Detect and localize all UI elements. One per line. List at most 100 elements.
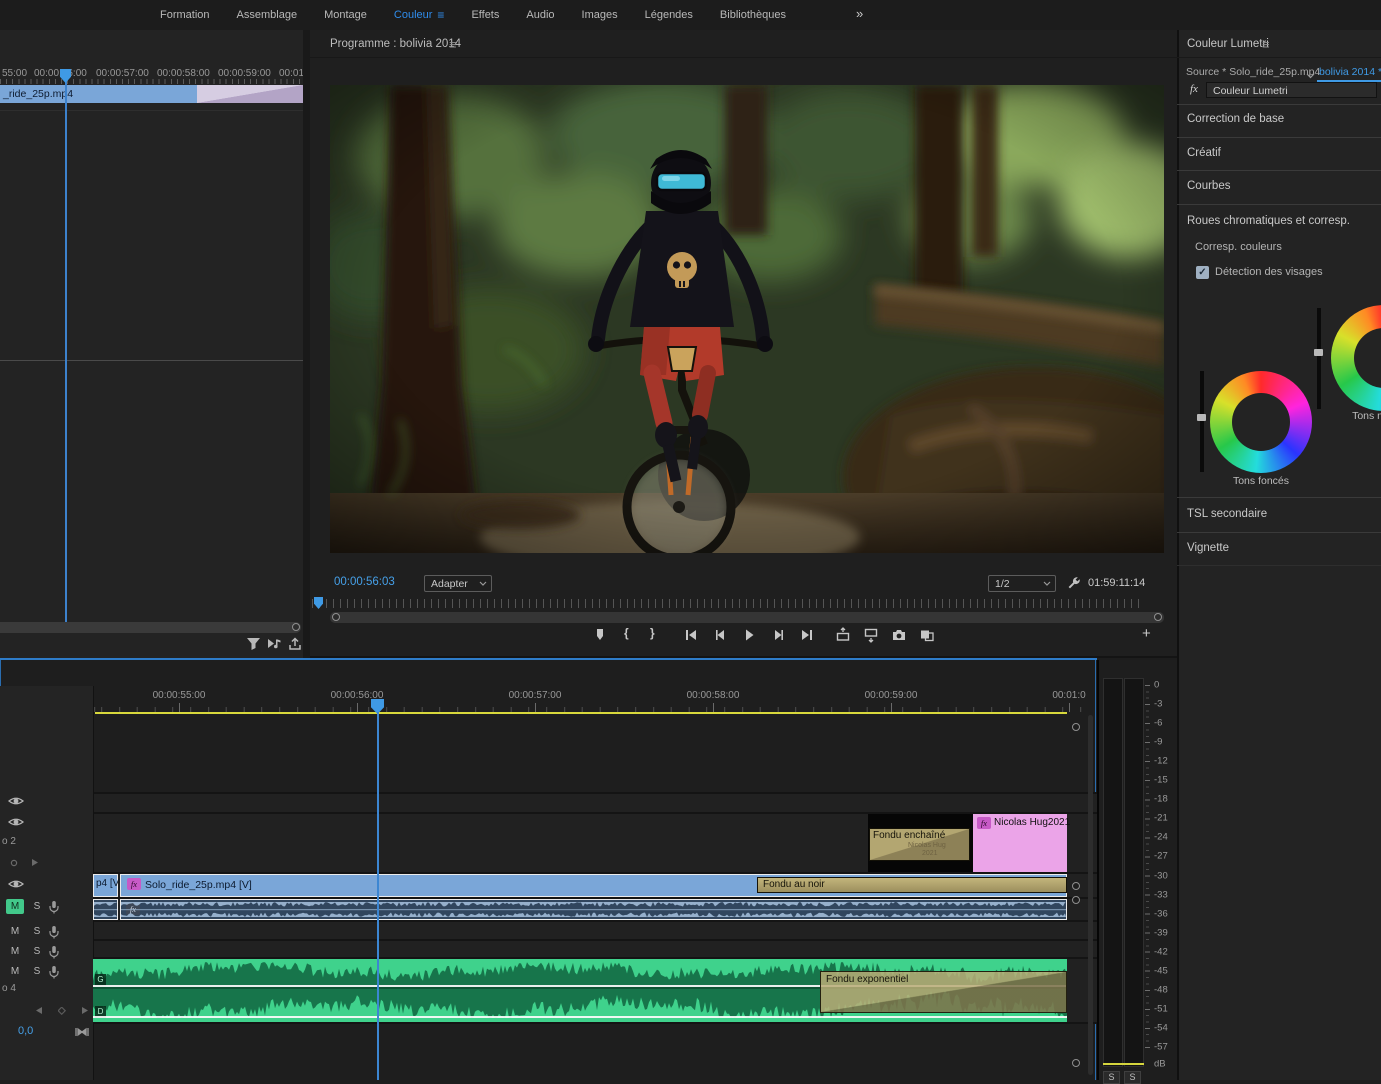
- add-keyframe-button[interactable]: [10, 858, 18, 870]
- crossfade-transition[interactable]: Fondu enchaîné Nicolas Hug 2021: [869, 828, 970, 861]
- dip-to-black-transition[interactable]: Fondu au noir: [757, 877, 1067, 893]
- scroll-handle[interactable]: [1072, 896, 1080, 904]
- transport-step-forward-button[interactable]: [771, 627, 787, 646]
- panel-menu-icon[interactable]: ≡: [437, 8, 444, 22]
- tab-légendes[interactable]: Légendes: [645, 9, 693, 21]
- tab-effets[interactable]: Effets: [471, 9, 499, 21]
- transport-step-back-button[interactable]: [712, 627, 728, 646]
- transport-export-frame-button[interactable]: [891, 627, 907, 646]
- source-playhead-line[interactable]: [65, 72, 67, 622]
- fit-sequence-icon[interactable]: [74, 1025, 90, 1042]
- tab-couleur[interactable]: Couleur ≡: [394, 8, 445, 22]
- lumetri-panel-title[interactable]: Couleur Lumetri: [1187, 38, 1269, 50]
- lumetri-section-basic[interactable]: Correction de base: [1187, 113, 1284, 125]
- solo-button[interactable]: S: [28, 964, 46, 979]
- lumetri-section-wheels[interactable]: Roues chromatiques et corresp.: [1187, 215, 1350, 227]
- program-zoom-handle-left[interactable]: [332, 613, 340, 621]
- voiceover-mic-icon[interactable]: [48, 945, 60, 962]
- scroll-handle[interactable]: [1072, 1059, 1080, 1067]
- midtones-color-wheel[interactable]: [1331, 305, 1381, 411]
- tab-bibliothèques[interactable]: Bibliothèques: [720, 9, 786, 21]
- audio-fade-transition[interactable]: Fondu exponentiel: [820, 971, 1067, 1013]
- playback-resolution-dropdown[interactable]: 1/2: [988, 575, 1056, 592]
- lumetri-sequence-link[interactable]: bolivia 2014 * S: [1319, 66, 1381, 78]
- volume-rubber-band[interactable]: [93, 1016, 1067, 1018]
- shadows-luma-slider[interactable]: [1200, 371, 1204, 472]
- settings-wrench-icon[interactable]: [1066, 575, 1082, 594]
- timeline-playhead-line[interactable]: [377, 712, 379, 1080]
- scroll-handle[interactable]: [1072, 882, 1080, 890]
- program-zoom-scrollbar[interactable]: [330, 612, 1164, 623]
- keyframe-value[interactable]: 0,0: [18, 1025, 33, 1037]
- next-keyframe-button[interactable]: [31, 858, 39, 870]
- solo-button[interactable]: S: [28, 944, 46, 959]
- prev-keyframe-button[interactable]: [35, 1006, 43, 1018]
- add-button[interactable]: +: [1142, 625, 1151, 642]
- transport-lift-button[interactable]: [835, 627, 851, 646]
- source-transition-wedge[interactable]: [197, 85, 303, 103]
- next-keyframe-button[interactable]: [81, 1006, 89, 1018]
- shadows-color-wheel[interactable]: [1210, 371, 1312, 473]
- transport-marker-button[interactable]: [592, 627, 608, 646]
- shadows-luma-handle[interactable]: [1197, 414, 1206, 421]
- transport-mark-out-button[interactable]: }: [650, 626, 655, 640]
- mute-button[interactable]: M: [6, 944, 24, 959]
- program-zoom-handle-right[interactable]: [1154, 613, 1162, 621]
- lumetri-source-clip[interactable]: Source * Solo_ride_25p.mp4: [1186, 66, 1320, 78]
- tab-images[interactable]: Images: [582, 9, 618, 21]
- chevron-down-icon[interactable]: [1306, 70, 1315, 82]
- midtones-luma-handle[interactable]: [1314, 349, 1323, 356]
- mute-button[interactable]: M: [6, 964, 24, 979]
- lumetri-section-creative[interactable]: Créatif: [1187, 147, 1221, 159]
- title-clip[interactable]: fx Nicolas Hug2021: [973, 814, 1070, 872]
- program-scrub-ticks[interactable]: [312, 599, 1144, 608]
- fit-mode-dropdown[interactable]: Adapter: [424, 575, 492, 592]
- lumetri-section-curves[interactable]: Courbes: [1187, 180, 1230, 192]
- play-audio-icon[interactable]: [266, 636, 282, 654]
- track-toggle-eye-icon[interactable]: [7, 878, 25, 893]
- voiceover-mic-icon[interactable]: [48, 925, 60, 942]
- transport-play-button[interactable]: [741, 627, 757, 646]
- a1-prev-clip-tail[interactable]: [93, 899, 118, 920]
- mute-button[interactable]: M: [6, 924, 24, 939]
- filter-icon[interactable]: [246, 636, 261, 654]
- transport-comparison-view-button[interactable]: [919, 627, 935, 646]
- track-v3-lane[interactable]: [93, 794, 1097, 812]
- source-clip-bar[interactable]: _ride_25p.mp4: [0, 85, 197, 103]
- tab-formation[interactable]: Formation: [160, 9, 210, 21]
- program-panel-menu-icon[interactable]: ≡: [449, 37, 457, 52]
- lumetri-section-vignette[interactable]: Vignette: [1187, 542, 1229, 554]
- transport-go-to-in-button[interactable]: [683, 627, 699, 646]
- lumetri-panel-menu-icon[interactable]: ≡: [1262, 37, 1270, 52]
- program-timecode[interactable]: 00:00:56:03: [334, 576, 395, 588]
- track-a2-lane[interactable]: [93, 922, 1097, 939]
- lumetri-color-match[interactable]: Corresp. couleurs: [1195, 241, 1282, 253]
- mute-button[interactable]: M: [6, 899, 24, 914]
- export-icon[interactable]: [287, 636, 303, 654]
- tab-assemblage[interactable]: Assemblage: [237, 9, 298, 21]
- voiceover-mic-icon[interactable]: [48, 900, 60, 917]
- v1-prev-clip-tail[interactable]: p4 [V]: [93, 874, 122, 897]
- timeline-vertical-scrollbar[interactable]: [1088, 715, 1093, 1075]
- source-zoom-scrollbar[interactable]: [0, 622, 301, 633]
- lumetri-effect-field[interactable]: Couleur Lumetri: [1206, 82, 1377, 98]
- track-toggle-eye-icon[interactable]: [7, 795, 25, 810]
- tab-montage[interactable]: Montage: [324, 9, 367, 21]
- midtones-luma-slider[interactable]: [1317, 308, 1321, 409]
- solo-button[interactable]: S: [28, 899, 46, 914]
- tabbar-overflow-button[interactable]: »: [856, 6, 863, 21]
- face-detection-checkbox[interactable]: ✓: [1196, 266, 1209, 279]
- meter-solo-right[interactable]: S: [1124, 1071, 1141, 1084]
- transport-extract-button[interactable]: [863, 627, 879, 646]
- transport-mark-in-button[interactable]: {: [624, 626, 629, 640]
- meter-solo-left[interactable]: S: [1103, 1071, 1120, 1084]
- track-toggle-eye-icon[interactable]: [7, 816, 25, 831]
- transport-go-to-out-button[interactable]: [799, 627, 815, 646]
- track-a3-lane[interactable]: [93, 941, 1097, 957]
- add-keyframe-button[interactable]: [57, 1006, 67, 1018]
- scroll-handle[interactable]: [1072, 723, 1080, 731]
- solo-button[interactable]: S: [28, 924, 46, 939]
- lumetri-section-hsl[interactable]: TSL secondaire: [1187, 508, 1267, 520]
- source-zoom-handle[interactable]: [292, 623, 300, 631]
- program-panel-title[interactable]: Programme : bolivia 2014: [330, 38, 461, 50]
